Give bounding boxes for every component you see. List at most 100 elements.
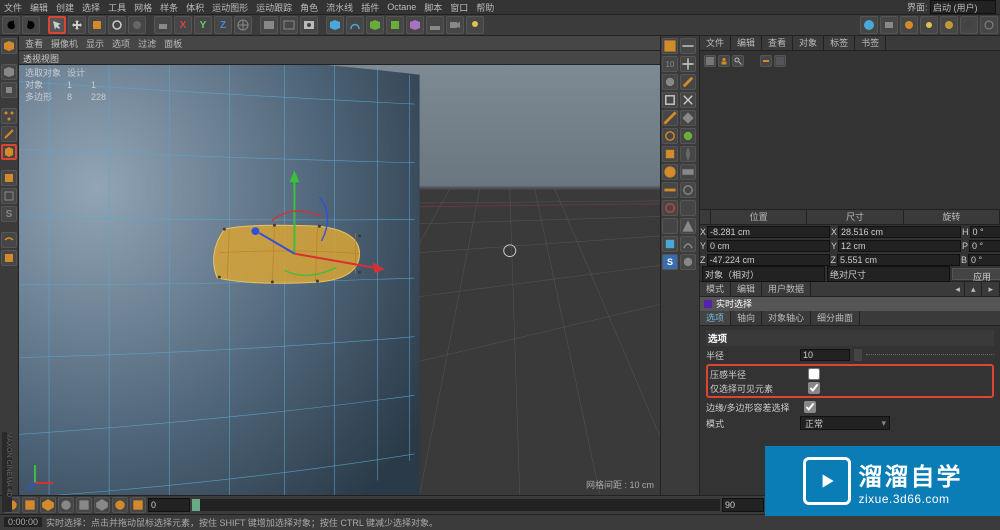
- rt-icon[interactable]: [680, 146, 696, 162]
- mat-icon[interactable]: [76, 497, 92, 513]
- attr-nav-up[interactable]: ▴: [965, 282, 983, 296]
- menu-item[interactable]: 角色: [300, 1, 318, 14]
- obj-layer-icon[interactable]: [774, 55, 786, 67]
- layout-dropdown[interactable]: [930, 0, 996, 14]
- menu-item[interactable]: 插件: [361, 1, 379, 14]
- rt-icon[interactable]: [680, 92, 696, 108]
- mat-icon[interactable]: [112, 497, 128, 513]
- pos-y-input[interactable]: [707, 240, 830, 252]
- oct-sun-button[interactable]: [920, 16, 938, 34]
- lock-xyz-button[interactable]: [154, 16, 172, 34]
- workplane-button[interactable]: [1, 188, 17, 204]
- camera-button[interactable]: [446, 16, 464, 34]
- size-y-input[interactable]: [838, 240, 961, 252]
- om-tab[interactable]: 文件: [700, 36, 731, 50]
- menu-item[interactable]: 流水线: [326, 1, 353, 14]
- rt-icon[interactable]: [662, 38, 678, 54]
- om-tab[interactable]: 查看: [762, 36, 793, 50]
- attr-subtab-options[interactable]: 选项: [700, 311, 731, 325]
- viewport-3d[interactable]: 选取对象设计 对象11 多边形8228 网格间距 : 10 cm: [19, 65, 660, 495]
- light-button[interactable]: [466, 16, 484, 34]
- pressure-checkbox[interactable]: [808, 368, 820, 380]
- mode-select[interactable]: 正常: [800, 416, 890, 430]
- snap-button[interactable]: S: [1, 206, 17, 222]
- environment-button[interactable]: [426, 16, 444, 34]
- rt-icon[interactable]: [662, 146, 678, 162]
- render-settings-button[interactable]: [300, 16, 318, 34]
- mat-icon[interactable]: [58, 497, 74, 513]
- attr-subtab-sds[interactable]: 细分曲面: [811, 311, 860, 325]
- pos-x-input[interactable]: [707, 226, 830, 238]
- vp-menu-item[interactable]: 过滤: [138, 37, 156, 50]
- om-tab[interactable]: 编辑: [731, 36, 762, 50]
- generator-button[interactable]: [386, 16, 404, 34]
- spline-pen-button[interactable]: [346, 16, 364, 34]
- vp-menu-item[interactable]: 面板: [164, 37, 182, 50]
- attr-nav-prev[interactable]: ◂: [951, 282, 965, 296]
- attr-subtab-objaxis[interactable]: 对象轴心: [762, 311, 811, 325]
- om-tab[interactable]: 对象: [793, 36, 824, 50]
- rt-icon[interactable]: [680, 128, 696, 144]
- oct-light-button[interactable]: [900, 16, 918, 34]
- make-editable-button[interactable]: [1, 38, 17, 54]
- om-tab[interactable]: 书签: [855, 36, 886, 50]
- mat-icon[interactable]: [40, 497, 56, 513]
- viewport-solo-button[interactable]: [1, 250, 17, 266]
- rt-icon[interactable]: [680, 182, 696, 198]
- scale-tool[interactable]: [88, 16, 106, 34]
- object-mode-button[interactable]: [1, 82, 17, 98]
- menu-item[interactable]: 选择: [82, 1, 100, 14]
- rt-icon[interactable]: [680, 218, 696, 234]
- radius-input[interactable]: [800, 349, 850, 361]
- menu-item[interactable]: 创建: [56, 1, 74, 14]
- oct-settings-button[interactable]: [980, 16, 998, 34]
- x-axis-button[interactable]: X: [174, 16, 192, 34]
- point-mode-button[interactable]: [1, 108, 17, 124]
- timeline-track[interactable]: [192, 499, 720, 511]
- nurbs-button[interactable]: [366, 16, 384, 34]
- rot-h-input[interactable]: [970, 226, 1000, 238]
- rt-icon[interactable]: [662, 164, 678, 180]
- primitive-cube-button[interactable]: [326, 16, 344, 34]
- rt-icon[interactable]: [680, 200, 696, 216]
- oct-mat-button[interactable]: [940, 16, 958, 34]
- menu-item[interactable]: 文件: [4, 1, 22, 14]
- rt-icon[interactable]: [680, 236, 696, 252]
- menu-item[interactable]: 运动图形: [212, 1, 248, 14]
- rt-icon[interactable]: [680, 164, 696, 180]
- size-x-input[interactable]: [838, 226, 961, 238]
- attr-subtab-axis[interactable]: 轴向: [731, 311, 762, 325]
- rt-icon[interactable]: [662, 200, 678, 216]
- coord-size-mode-select[interactable]: [827, 266, 950, 282]
- rt-icon[interactable]: [662, 74, 678, 90]
- oct-render-button[interactable]: [880, 16, 898, 34]
- tweak-button[interactable]: [1, 232, 17, 248]
- attr-userdata-tab[interactable]: 用户数据: [762, 282, 811, 296]
- obj-vis-icon[interactable]: [760, 55, 772, 67]
- obj-user-icon[interactable]: [718, 55, 730, 67]
- move-tool[interactable]: [68, 16, 86, 34]
- rt-icon[interactable]: 10: [662, 56, 678, 72]
- coord-apply-button[interactable]: 应用: [952, 268, 1000, 280]
- attr-edit-tab[interactable]: 编辑: [731, 282, 762, 296]
- object-tree[interactable]: [700, 51, 1000, 210]
- menu-item[interactable]: 网格: [134, 1, 152, 14]
- menu-item[interactable]: 脚本: [424, 1, 442, 14]
- texture-mode-button[interactable]: [1, 170, 17, 186]
- rt-icon[interactable]: [680, 56, 696, 72]
- mat-icon[interactable]: [94, 497, 110, 513]
- undo-button[interactable]: [2, 16, 20, 34]
- rt-icon[interactable]: [662, 110, 678, 126]
- rot-p-input[interactable]: [969, 240, 1000, 252]
- mat-icon[interactable]: [130, 497, 146, 513]
- oct-env-button[interactable]: [960, 16, 978, 34]
- vp-menu-item[interactable]: 查看: [25, 37, 43, 50]
- coord-system-button[interactable]: [234, 16, 252, 34]
- size-z-input[interactable]: [837, 254, 960, 266]
- menu-item[interactable]: 样条: [160, 1, 178, 14]
- menu-item[interactable]: 体积: [186, 1, 204, 14]
- frame-start-input[interactable]: [148, 498, 190, 512]
- attr-nav-next[interactable]: ▸: [982, 282, 1000, 296]
- live-select-tool[interactable]: [48, 16, 66, 34]
- vp-menu-item[interactable]: 摄像机: [51, 37, 78, 50]
